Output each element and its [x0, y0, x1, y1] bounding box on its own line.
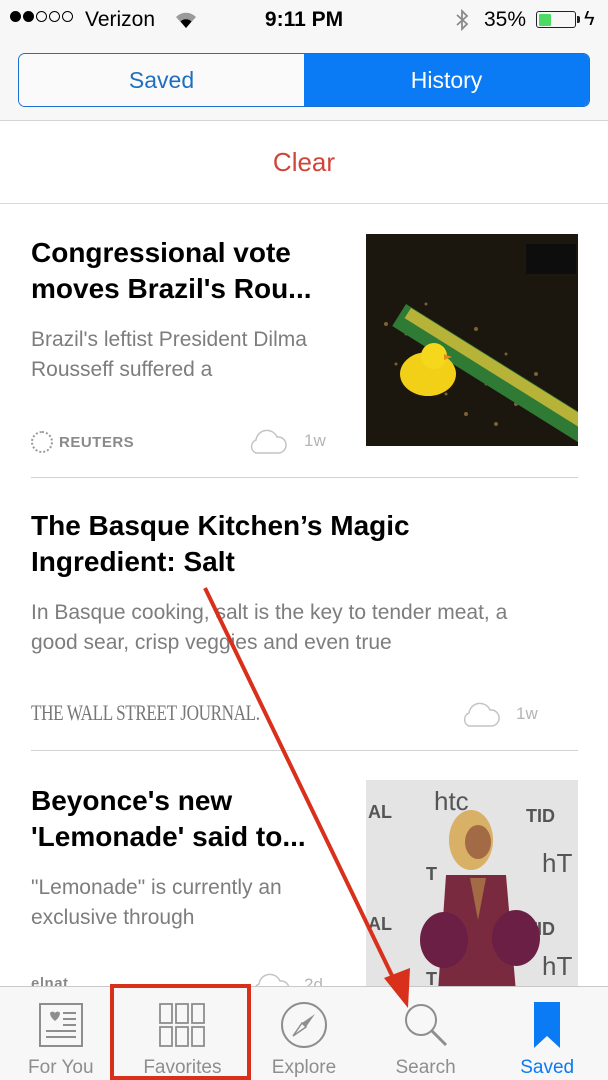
navigation-bar: Saved History — [0, 40, 608, 121]
source-name: THE WALL STREET JOURNAL. — [31, 700, 260, 725]
clear-row: Clear — [0, 122, 608, 204]
bookmark-icon — [532, 995, 562, 1055]
battery-icon — [536, 11, 576, 28]
article-thumbnail: AL AL TID TID T T htc hT hT — [366, 780, 578, 992]
tab-label: Explore — [271, 1057, 337, 1078]
reuters-logo-icon — [31, 431, 53, 453]
tab-saved[interactable]: Saved — [486, 987, 608, 1080]
saved-history-segmented-control: Saved History — [18, 53, 590, 107]
clear-history-button[interactable]: Clear — [273, 147, 335, 178]
cloud-icon[interactable] — [460, 700, 500, 733]
svg-text:AL: AL — [368, 914, 392, 934]
article-summary: In Basque cooking, salt is the key to te… — [31, 601, 508, 654]
tab-bar: For You Favorites Explore Search Saved — [0, 986, 608, 1080]
compass-icon — [279, 995, 329, 1055]
beyonce-image: AL AL TID TID T T htc hT hT — [366, 780, 578, 992]
tab-explore[interactable]: Explore — [243, 987, 365, 1080]
tab-label: For You — [28, 1057, 94, 1078]
svg-text:TID: TID — [526, 806, 555, 826]
article-source: REUTERS — [31, 431, 134, 453]
article-list-item[interactable]: Beyonce's new 'Lemonade' said to... "Lem… — [0, 751, 608, 998]
svg-text:hT: hT — [542, 951, 572, 981]
svg-text:hT: hT — [542, 848, 572, 878]
article-list-item[interactable]: Congressional vote moves Brazil's Rou...… — [0, 205, 608, 478]
article-source: THE WALL STREET JOURNAL. — [31, 700, 260, 726]
search-icon — [401, 995, 451, 1055]
tab-label: Search — [395, 1057, 456, 1078]
cloud-icon[interactable] — [247, 427, 287, 460]
grid-icon — [158, 995, 206, 1055]
bluetooth-icon — [455, 8, 469, 37]
article-list-item[interactable]: The Basque Kitchen’s Magic Ingredient: S… — [0, 478, 608, 751]
tab-label: Favorites — [143, 1057, 222, 1078]
svg-text:T: T — [426, 864, 437, 884]
article-age: 1w — [516, 704, 538, 723]
backdrop-text: AL — [368, 802, 392, 822]
status-bar: Verizon 9:11 PM 35% ϟ — [0, 0, 608, 40]
tab-favorites[interactable]: Favorites — [122, 987, 244, 1080]
article-summary: "Lemonade" is currently an exclusive thr… — [31, 876, 282, 929]
newspaper-heart-icon — [37, 995, 85, 1055]
tab-search[interactable]: Search — [365, 987, 487, 1080]
battery-level — [538, 13, 551, 26]
brazil-protest-image — [366, 234, 578, 446]
article-headline: The Basque Kitchen’s Magic Ingredient: S… — [31, 510, 410, 577]
tab-label: Saved — [520, 1057, 575, 1078]
source-name: REUTERS — [59, 433, 135, 451]
article-headline: Congressional vote moves Brazil's Rou... — [31, 237, 312, 304]
svg-text:htc: htc — [434, 786, 469, 816]
article-summary: Brazil's leftist President Dilma Roussef… — [31, 328, 307, 381]
article-thumbnail — [366, 234, 578, 446]
article-headline: Beyonce's new 'Lemonade' said to... — [31, 785, 306, 852]
tab-for-you[interactable]: For You — [0, 987, 122, 1080]
segment-saved[interactable]: Saved — [19, 54, 304, 106]
battery-percent: 35% — [484, 8, 527, 31]
segment-history[interactable]: History — [304, 54, 589, 106]
article-age: 1w — [304, 431, 326, 450]
charging-bolt-icon: ϟ — [584, 8, 595, 30]
